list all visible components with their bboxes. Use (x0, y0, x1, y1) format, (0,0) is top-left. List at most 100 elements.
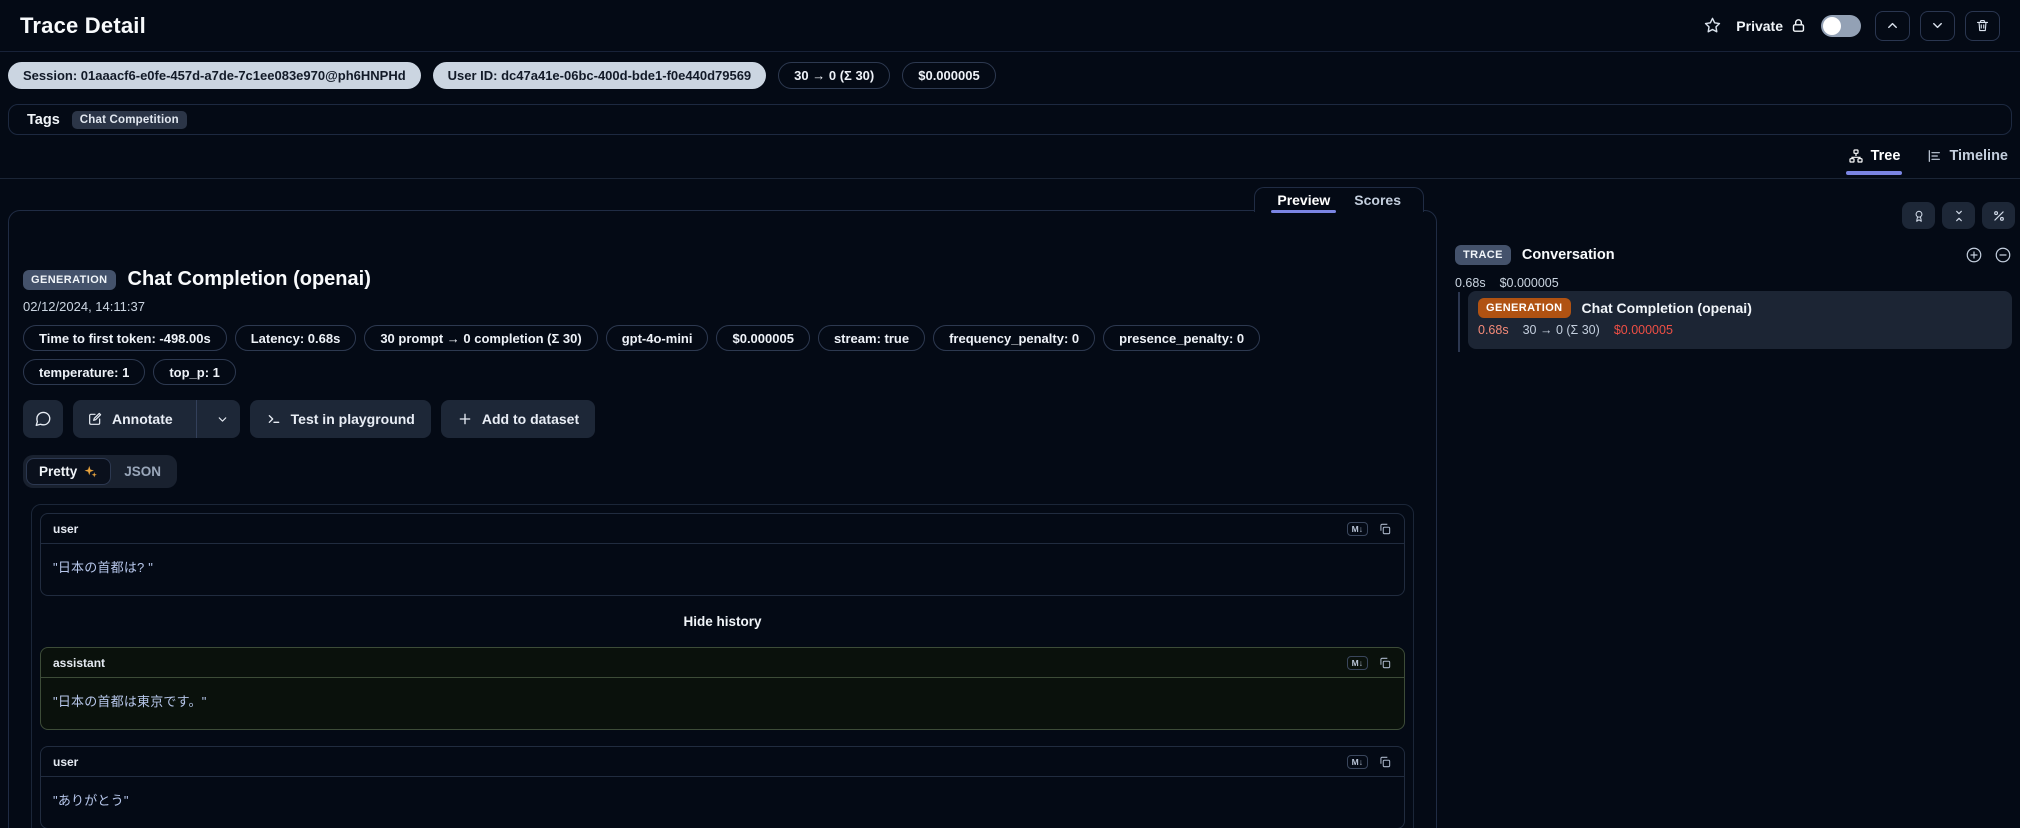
privacy-text: Private (1736, 17, 1783, 34)
parameter-badge: frequency_penalty: 0 (933, 325, 1096, 351)
message-user-1: user M↓ "日本の首都は? " (40, 513, 1405, 596)
toggle-scores-button[interactable] (1902, 202, 1935, 229)
parameter-badge: Latency: 0.68s (234, 325, 357, 351)
meta-row: Session: 01aaacf6-e0fe-457d-a7de-7c1ee08… (8, 62, 996, 89)
chevron-down-icon (1933, 22, 1942, 29)
public-toggle[interactable] (1821, 14, 1861, 37)
award-icon (1915, 210, 1922, 222)
message-assistant: assistant M↓ "日本の首都は東京です。" (40, 647, 1405, 730)
playground-label: Test in playground (290, 411, 415, 427)
view-tabs: Tree Timeline (1845, 148, 2008, 175)
cost-badge: $0.000005 (902, 62, 996, 89)
copy-icon[interactable] (1378, 755, 1392, 769)
minus-circle-icon (1995, 247, 2011, 263)
page-divider (0, 178, 2020, 179)
expand-all-button[interactable] (1965, 246, 1983, 264)
generation-type-badge: GENERATION (1478, 298, 1571, 318)
token-usage-badge: 30 → 0 (Σ 30) (778, 62, 891, 89)
chevron-down-icon (218, 416, 227, 422)
star-icon[interactable] (1703, 16, 1722, 35)
comment-icon (35, 411, 51, 427)
toggle-knob (1823, 16, 1841, 35)
message-role: user (53, 754, 79, 769)
tab-timeline-label: Timeline (1949, 148, 2008, 164)
parameter-badge: presence_penalty: 0 (1103, 325, 1261, 351)
trash-icon (1976, 19, 1989, 32)
chevron-up-icon (1888, 22, 1897, 29)
session-badge[interactable]: Session: 01aaacf6-e0fe-457d-a7de-7c1ee08… (8, 62, 421, 89)
message-tools: M↓ (1346, 521, 1392, 536)
parameter-badges: Time to first token: -498.00s Latency: 0.… (23, 325, 1383, 385)
message-header: assistant M↓ (41, 648, 1404, 678)
edit-icon (89, 412, 102, 425)
copy-icon[interactable] (1378, 522, 1392, 536)
message-role: assistant (53, 655, 106, 670)
trace-detail-page: Trace Detail Private Session: 01aaacf6-e… (0, 0, 2020, 828)
annotate-split-button: Annotate (73, 400, 240, 438)
tree-toolbar (1902, 202, 2015, 229)
tab-scores[interactable]: Scores (1344, 188, 1411, 212)
node-metrics: 0.68s 30 → 0 (Σ 30) $0.000005 (1478, 323, 2002, 337)
message-content: "ありがとう" (53, 793, 129, 808)
page-title: Trace Detail (20, 12, 146, 38)
toggle-metrics-button[interactable] (1982, 202, 2015, 229)
trace-latency: 0.68s (1455, 276, 1486, 290)
trace-title: Conversation (1521, 247, 1615, 263)
delete-trace-button[interactable] (1965, 10, 2000, 41)
tree-icon (1848, 149, 1863, 163)
comment-button[interactable] (23, 400, 63, 438)
markdown-toggle-icon[interactable]: M↓ (1346, 521, 1368, 536)
tab-timeline[interactable]: Timeline (1926, 148, 2008, 172)
user-id-badge[interactable]: User ID: dc47a41e-06bc-400d-bde1-f0e440d… (432, 62, 767, 89)
trace-metrics: 0.68s $0.000005 (1455, 276, 1559, 290)
markdown-toggle-icon[interactable]: M↓ (1346, 655, 1368, 670)
parameter-badge: top_p: 1 (153, 359, 236, 385)
parameter-badge: temperature: 1 (23, 359, 146, 385)
tab-preview[interactable]: Preview (1267, 188, 1340, 213)
message-tools: M↓ (1346, 655, 1392, 670)
copy-icon[interactable] (1378, 656, 1392, 670)
trace-cost: $0.000005 (1499, 276, 1559, 290)
pretty-toggle[interactable]: Pretty (26, 458, 112, 485)
node-tokens: 30 → 0 (Σ 30) (1522, 323, 1600, 337)
observation-panel: Preview Scores GENERATION Chat Completio… (8, 187, 1437, 828)
panel-tabs: Preview Scores (1254, 187, 1424, 213)
plus-circle-icon (1966, 247, 1982, 263)
privacy-label: Private (1736, 17, 1807, 34)
annotate-dropdown-button[interactable] (206, 400, 240, 438)
trace-root-row[interactable]: TRACE Conversation (1455, 245, 2012, 265)
tab-tree[interactable]: Tree (1845, 148, 1903, 175)
tags-label: Tags (27, 111, 60, 128)
collapse-all-button[interactable] (1942, 202, 1975, 229)
markdown-toggle-icon[interactable]: M↓ (1346, 754, 1368, 769)
parameter-badge: $0.000005 (716, 325, 810, 351)
tag-chip[interactable]: Chat Competition (71, 110, 187, 129)
next-trace-button[interactable] (1920, 10, 1955, 41)
generation-tree-node[interactable]: GENERATION Chat Completion (openai) 0.68… (1468, 291, 2012, 349)
parameter-badge: 30 prompt → 0 completion (Σ 30) (364, 325, 598, 351)
add-to-dataset-label: Add to dataset (481, 411, 580, 427)
lock-icon (1790, 17, 1807, 34)
observation-timestamp: 02/12/2024, 14:11:37 (23, 299, 145, 314)
collapse-vertical-icon (1955, 210, 1962, 221)
add-to-dataset-button[interactable]: Add to dataset (440, 400, 596, 438)
message-content: "日本の首都は東京です。" (53, 694, 207, 709)
parameter-badge: stream: true (817, 325, 926, 351)
nav-buttons (1875, 10, 2000, 41)
hide-history-button[interactable]: Hide history (683, 612, 761, 631)
node-header: GENERATION Chat Completion (openai) (1478, 298, 2002, 318)
collapse-node-button[interactable] (1994, 246, 2012, 264)
annotate-button[interactable]: Annotate (73, 400, 187, 438)
trace-type-badge: TRACE (1455, 245, 1511, 265)
tags-container[interactable]: Tags Chat Competition (8, 104, 2012, 135)
action-buttons: Annotate Test in playground Add to datas… (23, 400, 1422, 438)
message-role: user (53, 521, 79, 536)
message-content: "日本の首都は? " (53, 560, 154, 575)
top-bar-actions: Private (1703, 10, 2000, 41)
test-in-playground-button[interactable]: Test in playground (249, 400, 431, 438)
observation-header: GENERATION Chat Completion (openai) (23, 268, 1422, 291)
panel-content: GENERATION Chat Completion (openai) 02/1… (9, 211, 1436, 828)
json-toggle[interactable]: JSON (111, 458, 174, 485)
previous-trace-button[interactable] (1875, 10, 1910, 41)
messages-container: user M↓ "日本の首都は? " Hide history assistan… (31, 504, 1414, 828)
